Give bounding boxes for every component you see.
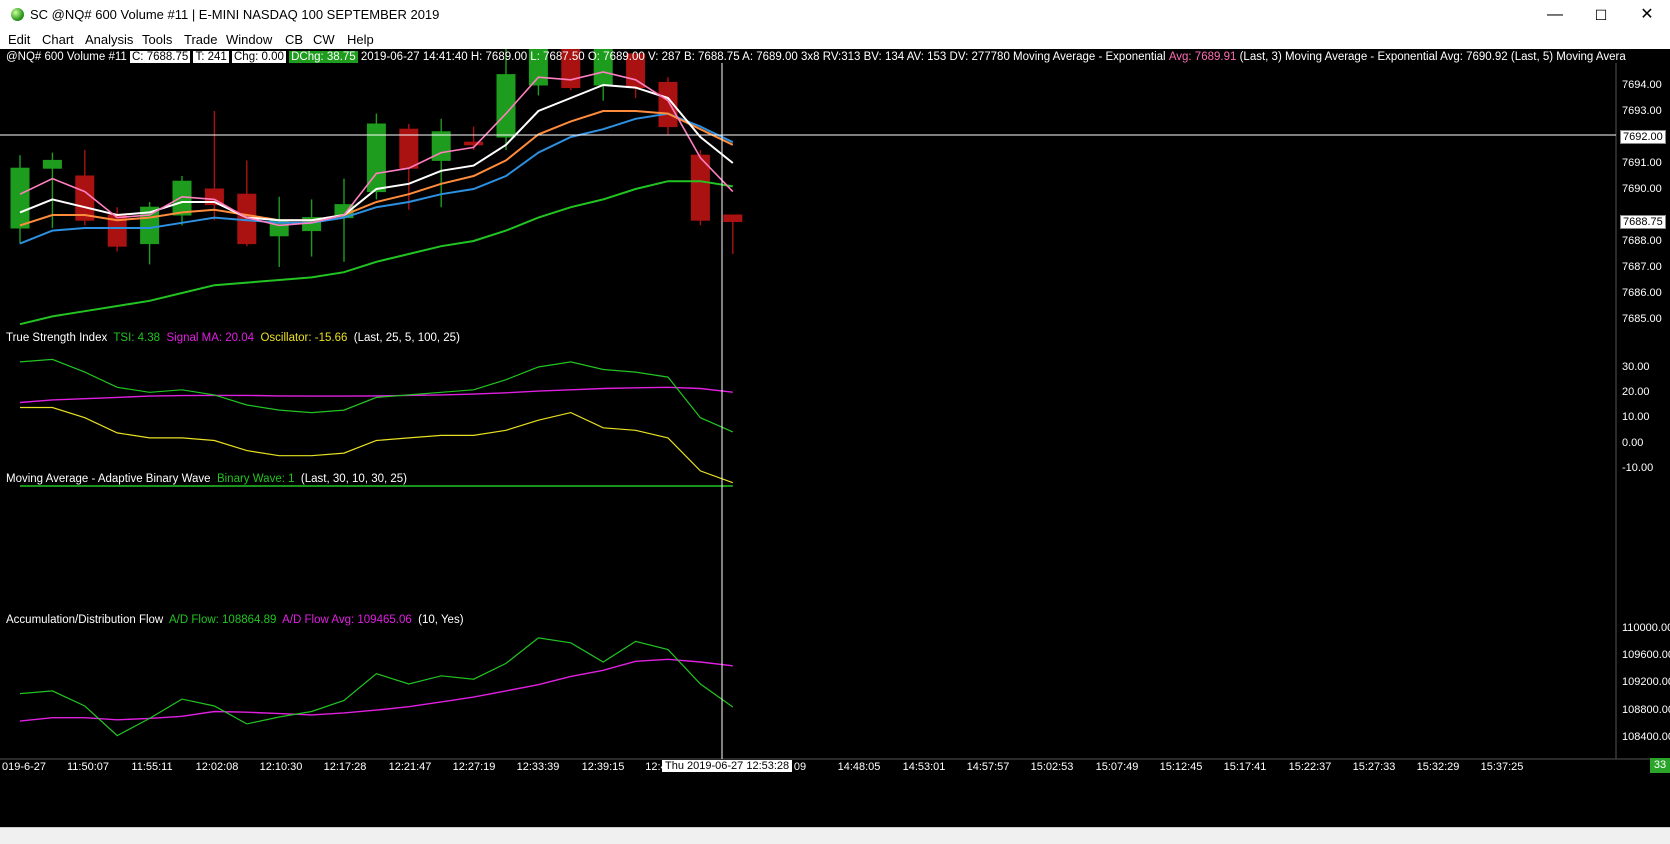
price-tick: 7687.00	[1622, 261, 1662, 273]
menu-window[interactable]: Window	[226, 32, 272, 47]
info-details: 2019-06-27 14:41:40 H: 7689.00 L: 7687.5…	[360, 51, 1166, 63]
app-logo-icon	[11, 8, 24, 21]
minimize-button[interactable]: —	[1532, 0, 1578, 30]
info-symbol: @NQ# 600 Volume #11	[6, 51, 127, 63]
abw-title: Moving Average - Adaptive Binary Wave	[6, 473, 211, 485]
candle-body	[464, 141, 484, 146]
app-window: { "window": { "title": "SC @NQ# 600 Volu…	[0, 0, 1670, 844]
time-tick: 15:12:45	[1159, 761, 1203, 773]
time-tick: 14:57:57	[966, 761, 1010, 773]
window-title: SC @NQ# 600 Volume #11 | E-MINI NASDAQ 1…	[30, 7, 440, 22]
candle-body	[10, 167, 30, 229]
tsi-params: (Last, 25, 5, 100, 25)	[353, 332, 460, 344]
candle-body	[42, 159, 62, 169]
tsi-tick: -10.00	[1622, 462, 1654, 474]
info-close: C: 7688.75	[130, 51, 191, 63]
menu-cb[interactable]: CB	[285, 32, 303, 47]
status-badge[interactable]: 33	[1650, 758, 1670, 773]
time-tick: 09	[793, 761, 807, 773]
time-tick: 15:32:29	[1416, 761, 1460, 773]
adf-flow-line	[19, 637, 734, 737]
price-tick: 7685.00	[1622, 313, 1662, 325]
tsi-value: TSI: 4.38	[113, 332, 161, 344]
adf-title: Accumulation/Distribution Flow	[6, 614, 164, 626]
tsi-signal: Signal MA: 20.04	[166, 332, 255, 344]
adf-tick: 109600.00	[1622, 649, 1670, 661]
tsi-legend: True Strength Index TSI: 4.38 Signal MA:…	[6, 332, 460, 344]
current-price-label: 7688.75	[1620, 215, 1666, 229]
abw-params: (Last, 30, 10, 30, 25)	[300, 473, 408, 485]
adf-flow: A/D Flow: 108864.89	[169, 614, 277, 626]
time-tick: 15:37:25	[1480, 761, 1524, 773]
scrollbar[interactable]	[0, 827, 1670, 844]
menu-bar: Edit Chart Analysis Tools Trade Window C…	[0, 30, 1670, 49]
candle-body	[723, 214, 743, 222]
time-tick: 14:48:05	[837, 761, 881, 773]
abw-wave: Binary Wave: 1	[216, 473, 295, 485]
menu-trade[interactable]: Trade	[184, 32, 217, 47]
adf-tick: 108800.00	[1622, 704, 1670, 716]
time-tick: 12:21:47	[388, 761, 432, 773]
candle-body	[75, 175, 95, 221]
chart-canvas[interactable]	[0, 49, 1670, 827]
tsi-tick: 10.00	[1622, 411, 1650, 423]
tsi-osc: Oscillator: -15.66	[260, 332, 348, 344]
adf-avg: A/D Flow Avg: 109465.06	[282, 614, 412, 626]
time-tick: 12:10:30	[259, 761, 303, 773]
time-tick: 12:02:08	[195, 761, 239, 773]
menu-chart[interactable]: Chart	[42, 32, 74, 47]
time-tick: 12:17:28	[323, 761, 367, 773]
price-tick: 7686.00	[1622, 287, 1662, 299]
info-chg: Chg: 0.00	[232, 51, 286, 63]
price-tick: 7694.00	[1622, 79, 1662, 91]
price-tick: 7693.00	[1622, 105, 1662, 117]
time-tick: 019-6-27	[1, 761, 47, 773]
adf-tick: 108400.00	[1622, 731, 1670, 743]
maximize-button[interactable]: ☐	[1578, 0, 1624, 30]
menu-help[interactable]: Help	[347, 32, 374, 47]
info-ema-params: (Last, 3) Moving Average - Exponential A…	[1239, 51, 1626, 63]
time-tick: 15:07:49	[1095, 761, 1139, 773]
crosshair-time-label: Thu 2019-06-27 12:53:28	[662, 760, 793, 772]
time-tick: 11:50:07	[66, 761, 110, 773]
tsi-oscillator-line	[20, 406, 734, 484]
close-button[interactable]: ✕	[1624, 0, 1670, 30]
adf-tick: 109200.00	[1622, 676, 1670, 688]
tsi-tick: 30.00	[1622, 361, 1650, 373]
time-tick: 15:17:41	[1223, 761, 1267, 773]
menu-tools[interactable]: Tools	[142, 32, 172, 47]
info-ema-avg: Avg: 7689.91	[1168, 51, 1237, 63]
price-tick: 7691.00	[1622, 157, 1662, 169]
price-tick: 7688.00	[1622, 235, 1662, 247]
tsi-title: True Strength Index	[6, 332, 108, 344]
menu-analysis[interactable]: Analysis	[85, 32, 133, 47]
tsi-signal-line	[19, 386, 733, 404]
chart-area[interactable]: @NQ# 600 Volume #11 C: 7688.75 T: 241 Ch…	[0, 49, 1670, 827]
tsi-tick: 20.00	[1622, 386, 1650, 398]
time-tick: 12:33:39	[516, 761, 560, 773]
time-tick: 12:27:19	[452, 761, 496, 773]
crosshair-price-label: 7692.00	[1620, 130, 1666, 144]
adf-params: (10, Yes)	[418, 614, 464, 626]
info-dchg: DChg: 38.75	[289, 51, 358, 63]
menu-edit[interactable]: Edit	[8, 32, 30, 47]
time-tick: 14:53:01	[902, 761, 946, 773]
info-trades: T: 241	[193, 51, 229, 63]
menu-cw[interactable]: CW	[313, 32, 335, 47]
price-tick: 7690.00	[1622, 183, 1662, 195]
adf-avg-line	[19, 658, 733, 722]
chart-info-bar: @NQ# 600 Volume #11 C: 7688.75 T: 241 Ch…	[6, 51, 1626, 65]
time-tick: 15:22:37	[1288, 761, 1332, 773]
time-tick: 12:39:15	[581, 761, 625, 773]
tsi-tick: 0.00	[1622, 437, 1644, 449]
adf-legend: Accumulation/Distribution Flow A/D Flow:…	[6, 614, 464, 626]
title-bar: SC @NQ# 600 Volume #11 | E-MINI NASDAQ 1…	[0, 0, 1670, 30]
adf-tick: 110000.00	[1622, 622, 1670, 634]
time-tick: 15:02:53	[1030, 761, 1074, 773]
abw-legend: Moving Average - Adaptive Binary Wave Bi…	[6, 473, 407, 485]
time-tick: 11:55:11	[131, 761, 173, 773]
time-tick: 15:27:33	[1352, 761, 1396, 773]
